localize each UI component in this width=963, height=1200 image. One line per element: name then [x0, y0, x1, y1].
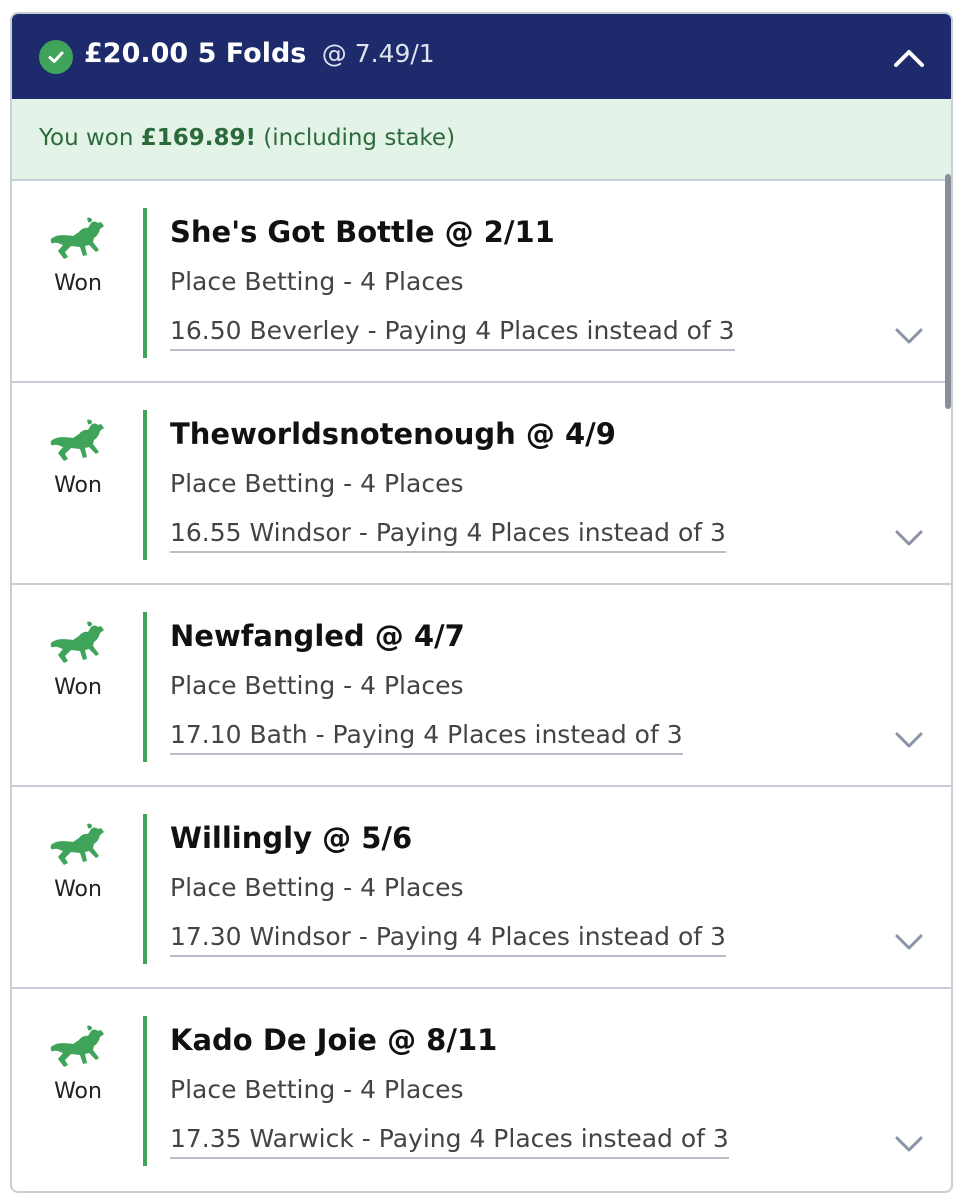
- status-divider: [143, 410, 147, 560]
- status-label: Won: [54, 1079, 102, 1104]
- chevron-down-icon: [895, 732, 923, 748]
- horse-racing-icon: [50, 419, 104, 461]
- winnings-prefix: You won: [39, 125, 141, 151]
- winnings-amount: £169.89!: [140, 125, 256, 151]
- status-label: Won: [54, 877, 102, 902]
- horse-racing-icon: [50, 823, 104, 865]
- scrollbar[interactable]: [945, 174, 951, 409]
- chevron-down-icon: [895, 328, 923, 344]
- chevron-down-icon: [895, 530, 923, 546]
- selection-status: Won: [40, 1025, 116, 1104]
- expand-button[interactable]: [889, 523, 929, 553]
- selection-event-link[interactable]: 16.50 Beverley - Paying 4 Places instead…: [170, 316, 735, 351]
- selection-event-link[interactable]: 16.55 Windsor - Paying 4 Places instead …: [170, 518, 726, 553]
- bet-card: £20.00 5 Folds @ 7.49/1 You won £169.89!…: [10, 12, 953, 1193]
- expand-button[interactable]: [889, 725, 929, 755]
- selection-row: Won Theworldsnotenough @ 4/9 Place Betti…: [12, 383, 951, 585]
- selection-status: Won: [40, 419, 116, 498]
- winnings-suffix: (including stake): [255, 125, 456, 151]
- selection-name: Willingly @ 5/6: [170, 821, 413, 855]
- selection-name: Kado De Joie @ 8/11: [170, 1023, 498, 1057]
- collapse-button[interactable]: [887, 36, 931, 80]
- selection-event-link[interactable]: 17.35 Warwick - Paying 4 Places instead …: [170, 1124, 729, 1159]
- chevron-up-icon: [894, 50, 924, 67]
- status-divider: [143, 814, 147, 964]
- selection-name: She's Got Bottle @ 2/11: [170, 215, 555, 249]
- selection-name: Theworldsnotenough @ 4/9: [170, 417, 616, 451]
- check-circle-icon: [39, 40, 73, 74]
- selection-market: Place Betting - 4 Places: [170, 469, 464, 498]
- status-label: Won: [54, 675, 102, 700]
- horse-racing-icon: [50, 621, 104, 663]
- expand-button[interactable]: [889, 1129, 929, 1159]
- status-divider: [143, 612, 147, 762]
- expand-button[interactable]: [889, 927, 929, 957]
- status-divider: [143, 1016, 147, 1166]
- bet-type: 5 Folds: [197, 38, 307, 69]
- selection-market: Place Betting - 4 Places: [170, 671, 464, 700]
- selection-list: Won She's Got Bottle @ 2/11 Place Bettin…: [12, 181, 951, 1191]
- horse-racing-icon: [50, 1025, 104, 1067]
- bet-stake: £20.00: [84, 38, 189, 69]
- selection-name: Newfangled @ 4/7: [170, 619, 465, 653]
- bet-summary: £20.00 5 Folds @ 7.49/1: [84, 38, 435, 69]
- selection-row: Won Kado De Joie @ 8/11 Place Betting - …: [12, 989, 951, 1191]
- bet-odds: @ 7.49/1: [321, 39, 435, 68]
- bet-header[interactable]: £20.00 5 Folds @ 7.49/1: [12, 14, 951, 99]
- selection-row: Won Willingly @ 5/6 Place Betting - 4 Pl…: [12, 787, 951, 989]
- winnings-banner: You won £169.89! (including stake): [12, 99, 951, 181]
- horse-racing-icon: [50, 217, 104, 259]
- selection-row: Won Newfangled @ 4/7 Place Betting - 4 P…: [12, 585, 951, 787]
- expand-button[interactable]: [889, 321, 929, 351]
- selection-market: Place Betting - 4 Places: [170, 873, 464, 902]
- status-label: Won: [54, 473, 102, 498]
- chevron-down-icon: [895, 1136, 923, 1152]
- selection-status: Won: [40, 621, 116, 700]
- selection-status: Won: [40, 217, 116, 296]
- selection-status: Won: [40, 823, 116, 902]
- selection-market: Place Betting - 4 Places: [170, 1075, 464, 1104]
- chevron-down-icon: [895, 934, 923, 950]
- selection-event-link[interactable]: 17.10 Bath - Paying 4 Places instead of …: [170, 720, 683, 755]
- selection-event-link[interactable]: 17.30 Windsor - Paying 4 Places instead …: [170, 922, 726, 957]
- selection-market: Place Betting - 4 Places: [170, 267, 464, 296]
- status-label: Won: [54, 271, 102, 296]
- winnings-text: You won £169.89! (including stake): [39, 125, 455, 151]
- status-divider: [143, 208, 147, 358]
- selection-row: Won She's Got Bottle @ 2/11 Place Bettin…: [12, 181, 951, 383]
